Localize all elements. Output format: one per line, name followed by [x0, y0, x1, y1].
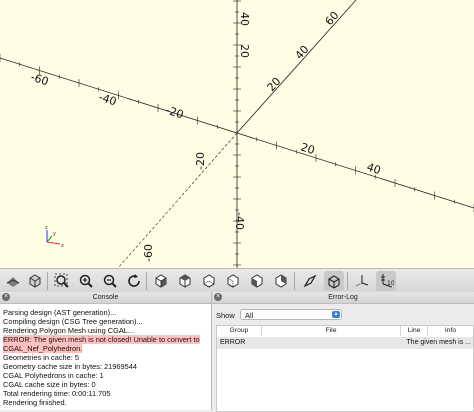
view-left-icon[interactable] — [223, 271, 243, 291]
y-pos-label: 20 — [265, 75, 284, 94]
zoom-out-icon[interactable] — [100, 271, 120, 291]
y-pos-label: 60 — [323, 9, 342, 28]
y-pos-label: 40 — [293, 43, 312, 62]
view-toolbar: 10 — [0, 268, 474, 294]
cell-file — [262, 337, 400, 349]
z-neg-label: -60 — [142, 244, 155, 262]
show-axes-icon[interactable] — [352, 271, 372, 291]
toolbar-separator — [146, 272, 147, 290]
y-axis-neg-line — [117, 132, 238, 268]
view-bottom-icon[interactable] — [199, 271, 219, 291]
show-select[interactable]: All ▲ — [240, 309, 342, 320]
cell-info: The given mesh is ... — [406, 339, 471, 346]
toolbar-separator — [294, 272, 295, 290]
z-neg-label: -40 — [233, 212, 246, 230]
view-front-icon[interactable] — [247, 271, 267, 291]
column-header-info[interactable]: Info — [428, 326, 473, 336]
close-icon[interactable]: × — [2, 293, 10, 301]
render-icon[interactable] — [25, 271, 45, 291]
view-back-icon[interactable] — [271, 271, 291, 291]
zoom-in-icon[interactable] — [76, 271, 96, 291]
console-line: Total rendering time: 0:00:11.705 — [3, 389, 111, 398]
z-pos-label: 20 — [238, 44, 251, 58]
console-line: Geometries in cache: 5 — [3, 353, 79, 362]
console-line: CGAL cache size in bytes: 0 — [3, 380, 96, 389]
reset-view-icon[interactable] — [124, 271, 144, 291]
column-header-line[interactable]: Line — [401, 326, 428, 336]
scale-marker-text: 10 — [387, 280, 394, 287]
axes-indicator: x y z — [45, 225, 64, 249]
console-line: Parsing design (AST generation)... — [3, 308, 117, 317]
x-neg-label: -40 — [97, 90, 118, 108]
indicator-y-label: y — [53, 231, 56, 237]
z-pos-label: 40 — [238, 12, 251, 26]
console-title: Console — [92, 294, 119, 301]
console-line: Rendering finished. — [3, 398, 67, 407]
console-title-bar: × Console — [0, 292, 211, 304]
diag-axis-line — [237, 108, 474, 133]
view-top-icon[interactable] — [175, 271, 195, 291]
show-label: Show — [216, 311, 235, 320]
column-header-group[interactable]: Group — [217, 326, 262, 336]
console-line: Compiling design (CSG Tree generation)..… — [3, 317, 143, 326]
error-log-panel: × Error-Log Show All ▲ Group File Line I… — [212, 292, 474, 412]
orthogonal-icon[interactable] — [324, 271, 344, 291]
console-panel: × Console Parsing design (AST generation… — [0, 292, 212, 410]
column-header-file[interactable]: File — [262, 326, 401, 336]
console-line: CGAL Polyhedrons in cache: 1 — [3, 371, 104, 380]
3d-viewport[interactable]: -60 -40 -20 20 40 20 40 60 20 40 -20 -40… — [0, 0, 474, 268]
close-icon[interactable]: × — [214, 293, 222, 301]
cell-group: ERROR — [220, 339, 246, 346]
z-neg-label: -20 — [194, 152, 207, 170]
console-line: Geometry cache size in bytes: 21969544 — [3, 362, 137, 371]
view-all-icon[interactable] — [52, 271, 72, 291]
console-error-line: CGAL_Nef_Polyhedron. — [3, 344, 83, 353]
toolbar-separator — [47, 272, 48, 290]
console-output: Parsing design (AST generation)... Compi… — [0, 304, 211, 407]
show-scale-markers-icon[interactable]: 10 — [376, 271, 396, 291]
table-row[interactable]: ERROR The given mesh is ... — [217, 337, 473, 349]
console-error-line: ERROR: The given mesh is not closed! Una… — [3, 335, 200, 344]
indicator-x-label: x — [61, 243, 64, 249]
preview-icon[interactable] — [3, 271, 23, 291]
error-log-title: Error-Log — [328, 294, 358, 301]
perspective-icon[interactable] — [300, 271, 320, 291]
error-table[interactable]: Group File Line Info ERROR The given mes… — [216, 325, 474, 412]
toolbar-separator — [347, 272, 348, 290]
x-neg-label: -20 — [164, 103, 185, 121]
error-log-title-bar: × Error-Log — [212, 292, 474, 304]
axes-svg: -60 -40 -20 20 40 20 40 60 20 40 -20 -40… — [0, 0, 474, 268]
console-line: Rendering Polygon Mesh using CGAL... — [3, 326, 135, 335]
view-right-icon[interactable] — [151, 271, 171, 291]
chevron-updown-icon: ▲ — [332, 311, 340, 318]
indicator-z-label: z — [45, 225, 48, 231]
show-select-value: All — [245, 311, 254, 320]
x-pos-label: 20 — [299, 140, 316, 157]
